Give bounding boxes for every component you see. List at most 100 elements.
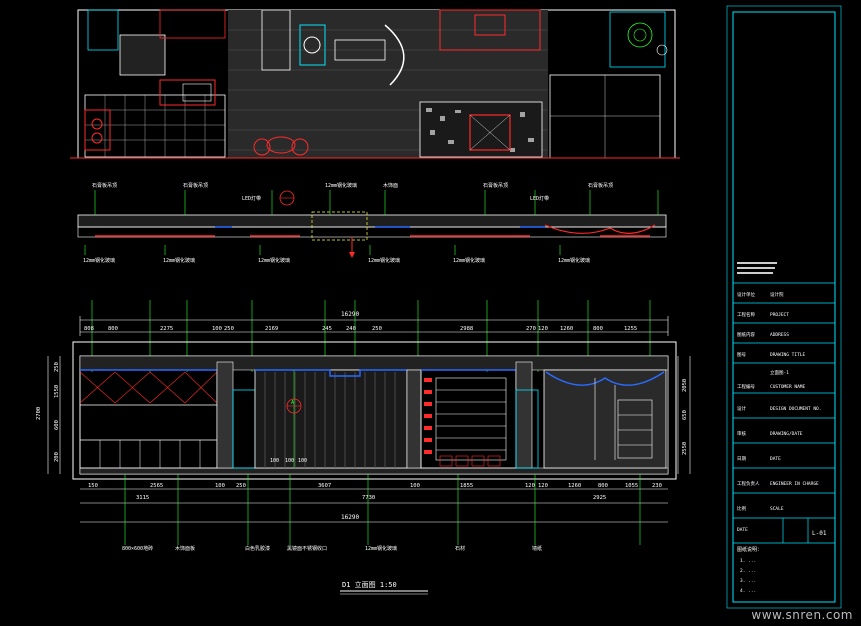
right-height-dimension: 2050: [682, 379, 688, 392]
bottom-dimension: 2565: [150, 483, 163, 489]
inner-dimension: 100: [285, 458, 294, 464]
bottom-dimension: 120: [525, 483, 535, 489]
left-height-dimensions: 250 1550 600 200: [54, 362, 60, 462]
notes-title: 图纸说明：: [737, 546, 762, 553]
bottom-dimension: 1855: [460, 483, 473, 489]
title-block-value: ADDRESS: [770, 332, 789, 338]
top-dimension: 800: [593, 326, 603, 332]
top-dimension: 120: [538, 326, 548, 332]
shelving-unit: [420, 369, 517, 469]
bottom-dimension: 3607: [318, 483, 331, 489]
label-glass-5: 12mm钢化玻璃: [368, 257, 400, 264]
title-block-note: 2. ...: [740, 568, 756, 574]
label-led-1: LED灯带: [242, 195, 261, 202]
bottom-material-notes: 800×600地砖 木饰面板 白色乳胶漆 黑镜面不锈钢收口 12mm钢化玻璃 石材 墙纸: [122, 545, 542, 552]
right-feature-wall: [543, 369, 667, 469]
drawing-title: D1 立面图 1:50: [340, 580, 428, 595]
top-dimension: 240: [346, 326, 356, 332]
top-dimension: 2169: [265, 326, 278, 332]
inner-dimensions: 100 100 100: [270, 458, 307, 464]
label-ceiling-3: 石膏板吊顶: [483, 182, 508, 189]
bottom-dimensions: 150 2565 100 250 3607 100 1855 120 120 1260 800 105…: [88, 483, 662, 489]
label-ceiling-1: 石膏板吊顶: [92, 182, 117, 189]
bottom-total-3: 2925: [593, 495, 606, 501]
title-block-value: DESIGN DOCUMENT NO.: [770, 406, 821, 412]
inner-dimension: 100: [298, 458, 307, 464]
watermark-text: www.snren.com: [751, 608, 853, 622]
bottom-dimension: 230: [652, 483, 662, 489]
bottom-dimension: 1055: [625, 483, 638, 489]
material-note: 墙纸: [532, 545, 542, 552]
bottom-dimension: 100: [215, 483, 225, 489]
material-note: 石材: [455, 545, 465, 552]
ceiling-section: 石膏板吊顶 石膏板吊顶 LED灯带 12mm钢化玻璃 木饰面 石膏板吊顶 LED…: [77, 182, 667, 264]
label-glass-2: 12mm钢化玻璃: [83, 257, 115, 264]
top-dimension: 250: [224, 326, 234, 332]
bottom-dimension: 1260: [568, 483, 581, 489]
title-block-label: 工程编号: [737, 383, 755, 390]
label-glass-6: 12mm钢化玻璃: [453, 257, 485, 264]
top-dimension: 2275: [160, 326, 173, 332]
title-block-label: 设计: [737, 405, 746, 412]
left-height-dimension: 200: [54, 452, 60, 462]
central-panel: A: [254, 369, 408, 469]
bedroom-zone: [549, 11, 668, 159]
kitchen-zone: [84, 9, 226, 158]
title-block-label: 审核: [737, 430, 746, 437]
bottom-dimension: 150: [88, 483, 98, 489]
drawing-title-text: D1 立面图 1:50: [342, 580, 397, 589]
elevation-view: A: [47, 300, 691, 545]
top-dimension: 250: [372, 326, 382, 332]
living-zone: [159, 9, 548, 158]
material-note: 800×600地砖: [122, 545, 153, 552]
top-dimension: 100: [212, 326, 222, 332]
date-label: DATE: [737, 527, 748, 533]
top-dimension: 245: [322, 326, 332, 332]
title-block-note: 3. ...: [740, 578, 756, 584]
right-height-dimension: 2550: [682, 442, 688, 455]
label-glass-3: 12mm钢化玻璃: [163, 257, 195, 264]
title-block-value: CUSTOMER NAME: [770, 384, 806, 390]
title-block-value: 设计院: [770, 291, 784, 298]
title-block-value: PROJECT: [770, 312, 789, 318]
title-block-label: 工程负责人: [737, 480, 760, 487]
left-height-dimension: 1550: [54, 385, 60, 398]
cad-drawing: 石膏板吊顶 石膏板吊顶 LED灯带 12mm钢化玻璃 木饰面 石膏板吊顶 LED…: [36, 5, 842, 609]
height-total: 2700: [36, 407, 42, 420]
title-block-note: 1. ...: [740, 558, 756, 564]
title-block-value: 立面图-1: [770, 369, 789, 376]
top-dimension: 1260: [560, 326, 573, 332]
top-dimension: 800: [108, 326, 118, 332]
title-block-notes: 1. ... 2. ... 3. ... 4. ...: [740, 558, 756, 594]
material-note: 12mm钢化玻璃: [365, 545, 397, 552]
top-dimension: 1255: [624, 326, 637, 332]
label-glass-4: 12mm钢化玻璃: [258, 257, 290, 264]
left-cabinet: [79, 369, 218, 469]
left-height-dimension: 250: [54, 362, 60, 372]
bottom-dimension: 250: [236, 483, 246, 489]
top-dimension: 270: [526, 326, 536, 332]
center-section-mark: A: [291, 400, 294, 406]
label-wood-1: 木饰面: [383, 182, 398, 189]
material-note: 木饰面板: [175, 545, 195, 552]
title-block: 设计单位 设计院工程名称 PROJECT 图纸内容 ADDRESS 图号 DRAWING T…: [726, 5, 842, 609]
bottom-total-2: 7730: [362, 495, 375, 501]
title-block-note: 4. ...: [740, 588, 756, 594]
title-block-label: 设计单位: [737, 291, 755, 298]
bottom-dimension: 100: [410, 483, 420, 489]
title-block-value: DRAWING/DATE: [770, 431, 803, 437]
title-block-label: 图纸内容: [737, 331, 755, 338]
title-block-value: DRAWING TITLE: [770, 352, 806, 358]
label-ceiling-2: 石膏板吊顶: [183, 182, 208, 189]
left-height-dimension: 600: [54, 420, 60, 430]
title-block-rows: 设计单位 设计院工程名称 PROJECT 图纸内容 ADDRESS 图号 DRAWING T…: [737, 291, 821, 512]
label-led-2: LED灯带: [530, 195, 549, 202]
top-dimension: 808: [84, 326, 94, 332]
total-top-dimension: 16290: [341, 311, 359, 318]
sheet-number: L-01: [812, 530, 827, 537]
right-height-dimensions: 2050 650 2550: [682, 379, 688, 455]
top-dimension: 2988: [460, 326, 473, 332]
title-block-value: ENGINEER IN CHARGE: [770, 481, 819, 487]
bottom-dimension: 120: [538, 483, 548, 489]
inner-dimension: 100: [270, 458, 279, 464]
